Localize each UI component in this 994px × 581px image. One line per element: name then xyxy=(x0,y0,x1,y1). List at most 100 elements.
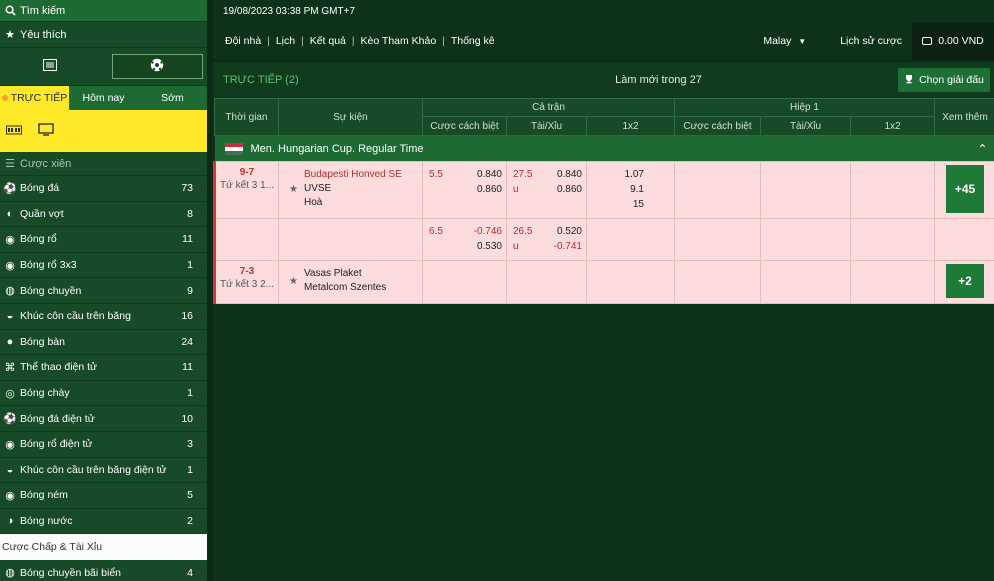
language-select[interactable]: Malay ▼ xyxy=(763,35,806,47)
more-markets-cell: +2 xyxy=(934,260,994,304)
tab-today[interactable]: Hôm nay xyxy=(69,86,138,110)
sport-count: 10 xyxy=(181,412,193,425)
header-over-under: Tài/Xỉu xyxy=(760,116,851,136)
tab-early-label: Sớm xyxy=(161,92,184,104)
chevron-up-icon[interactable]: ⌃ xyxy=(977,142,987,156)
header-1x2: 1x2 xyxy=(850,116,935,136)
choose-league-button[interactable]: Chọn giải đấu xyxy=(898,68,990,92)
tab-live-label: TRỰC TIẾP xyxy=(10,92,68,104)
handicap-cell xyxy=(422,260,507,304)
one-x-two-cell: 1.07 9.1 15 xyxy=(586,161,675,219)
sport-item[interactable]: ◉ Bóng rổ 11 › xyxy=(0,227,207,253)
live-title: TRỰC TIẾP (2) xyxy=(223,74,299,86)
parlay-section[interactable]: ☰ Cược xiên xyxy=(0,152,207,176)
sport-name: Bóng rổ xyxy=(20,233,57,246)
match-score: 7-3 xyxy=(239,266,255,277)
header-handicap: Cược cách biệt xyxy=(422,116,507,136)
chevron-right-icon: › xyxy=(198,208,202,219)
nav-statistics[interactable]: Thống kê xyxy=(451,35,495,47)
sport-item[interactable]: ◉ Bóng rổ 3x3 1 › xyxy=(0,253,207,279)
ou-over-odds[interactable]: 0.520 xyxy=(557,226,582,237)
sport-item[interactable]: ◉ Bóng rổ điện tử 3 › xyxy=(0,432,207,458)
draw-label: Hoà xyxy=(303,197,323,208)
chevron-right-icon: › xyxy=(198,183,202,194)
nav-schedule[interactable]: Lịch xyxy=(276,35,295,47)
nav-reference-odds[interactable]: Kèo Tham Khảo xyxy=(361,35,437,47)
header-more: Xem thêm xyxy=(934,98,994,136)
favorite-star-icon[interactable]: ★ xyxy=(289,184,298,210)
volleyball-icon: ◍ xyxy=(5,567,15,580)
nav-home[interactable]: Đội nhà xyxy=(225,35,261,47)
current-datetime: 19/08/2023 03:38 PM GMT+7 xyxy=(223,5,356,17)
search-row[interactable]: Tìm kiếm xyxy=(0,0,207,22)
time-tabs: TRỰC TIẾP Hôm nay Sớm xyxy=(0,86,207,110)
sidebar: Tìm kiếm ★ Yêu thích TRỰC TIẾP Hôm nay S… xyxy=(0,0,207,581)
tv-icon[interactable] xyxy=(38,123,54,139)
sport-item[interactable]: ⚽ Bóng đá điện tử 10 › xyxy=(0,406,207,432)
sport-name: Khúc côn cầu trên băng xyxy=(20,310,131,323)
nav-results[interactable]: Kết quả xyxy=(310,35,346,47)
ou-under-label: u xyxy=(513,184,519,195)
handicap-line: 5.5 xyxy=(429,169,443,180)
handicap-home-odds[interactable]: 0.840 xyxy=(477,169,502,180)
sport-item[interactable]: ⌘ Thể thao điện tử 11 › xyxy=(0,355,207,381)
sport-count: 73 xyxy=(181,182,193,195)
one-x-two-cell xyxy=(586,260,675,304)
match-phase: Tứ kết 3 2... xyxy=(220,279,274,290)
sport-item[interactable]: ◒ Khúc côn cầu trên băng 16 › xyxy=(0,304,207,330)
handball-icon: ◉ xyxy=(5,489,15,502)
handicap-section[interactable]: Cược Chấp & Tài Xỉu xyxy=(0,534,207,561)
sport-name: Khúc côn cầu trên băng điện tử xyxy=(20,463,167,476)
favorite-star-icon[interactable]: ★ xyxy=(289,276,298,295)
list-view-button[interactable] xyxy=(4,54,96,79)
tennis-ball-icon: ◐ xyxy=(6,207,14,220)
handicap-away-odds[interactable]: 0.530 xyxy=(477,241,502,252)
more-markets-button[interactable]: +45 xyxy=(946,165,984,213)
sport-name: Bóng bàn xyxy=(20,335,65,348)
trophy-icon xyxy=(904,74,914,87)
league-row[interactable]: Men. Hungarian Cup. Regular Time ⌃ xyxy=(214,135,994,162)
sport-view-button[interactable] xyxy=(111,54,203,79)
h1-handicap-cell xyxy=(674,218,761,261)
datetime-bar: 19/08/2023 03:38 PM GMT+7 xyxy=(213,0,994,22)
nav-right: Malay ▼ Lịch sử cược 0.00 VND xyxy=(763,22,994,60)
sport-count: 9 xyxy=(187,284,193,297)
away-win-odds[interactable]: 9.1 xyxy=(630,184,644,195)
nav-divider: | xyxy=(267,35,270,47)
handicap-away-odds[interactable]: 0.860 xyxy=(477,184,502,195)
tab-live[interactable]: TRỰC TIẾP xyxy=(0,86,69,110)
chevron-right-icon: › xyxy=(198,464,202,475)
h1-over-under-cell xyxy=(760,260,851,304)
sport-item[interactable]: ◉ Bóng ném 5 › xyxy=(0,483,207,509)
sport-item[interactable]: ◒ Khúc côn cầu trên băng điện tử 1 › xyxy=(0,458,207,484)
handicap-home-odds[interactable]: -0.746 xyxy=(474,226,502,237)
balance-box[interactable]: 0.00 VND xyxy=(912,22,994,60)
ou-under-odds[interactable]: 0.860 xyxy=(557,184,582,195)
favorites-row[interactable]: ★ Yêu thích xyxy=(0,22,207,48)
match-event-cell xyxy=(278,218,423,261)
header-time: Thời gian xyxy=(214,98,279,136)
odds-table: Thời gian Sự kiện Cả trận Hiệp 1 Xem thê… xyxy=(213,98,994,304)
parlay-label: Cược xiên xyxy=(20,157,72,170)
sport-item[interactable]: ● Bóng bàn 24 › xyxy=(0,330,207,356)
home-win-odds[interactable]: 1.07 xyxy=(625,169,644,180)
bet-history-link[interactable]: Lịch sử cược xyxy=(840,35,902,47)
scoreboard-icon[interactable] xyxy=(6,124,22,139)
choose-league-label: Chọn giải đấu xyxy=(919,74,984,86)
sport-item[interactable]: ⚽ Bóng đá 73 › xyxy=(0,176,207,202)
draw-odds[interactable]: 15 xyxy=(633,199,644,210)
chevron-right-icon: › xyxy=(198,567,202,578)
match-event-cell: ★ Vasas Plaket Metalcom Szentes xyxy=(278,260,423,304)
tab-early[interactable]: Sớm xyxy=(138,86,207,110)
sport-item[interactable]: ◑ Bóng nước 2 › xyxy=(0,509,207,535)
sport-item-beach-volleyball[interactable]: ◍ Bóng chuyền bãi biển 4 › xyxy=(0,560,207,581)
sport-item[interactable]: ◐ Quần vợt 8 › xyxy=(0,202,207,228)
more-markets-button[interactable]: +2 xyxy=(946,264,984,298)
ou-under-odds[interactable]: -0.741 xyxy=(554,241,582,252)
sport-name: Bóng đá xyxy=(20,182,60,195)
baseball-icon: ◎ xyxy=(5,387,15,400)
sport-item[interactable]: ◍ Bóng chuyền 9 › xyxy=(0,278,207,304)
ou-over-odds[interactable]: 0.840 xyxy=(557,169,582,180)
header-event: Sự kiện xyxy=(278,98,423,136)
sport-item[interactable]: ◎ Bóng chày 1 › xyxy=(0,381,207,407)
